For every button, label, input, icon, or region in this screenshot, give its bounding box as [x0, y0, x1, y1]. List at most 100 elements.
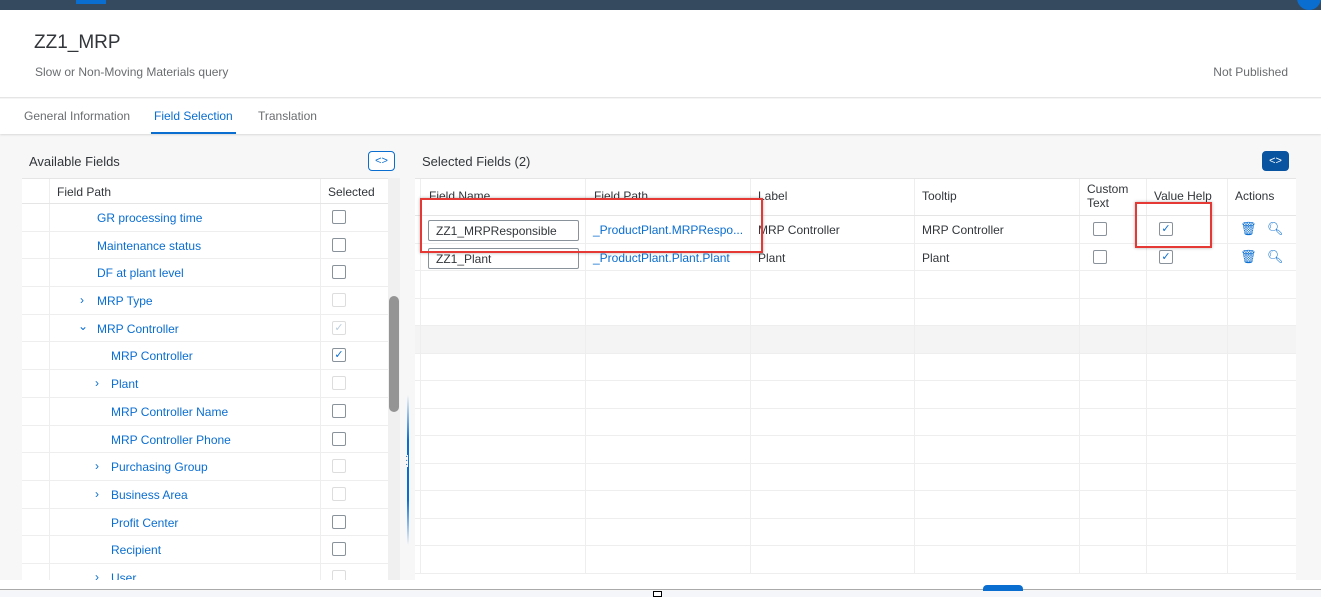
trash-icon[interactable]: 🗑	[1240, 249, 1257, 265]
table-row	[415, 518, 1296, 546]
selected-checkbox[interactable]	[332, 459, 346, 474]
code-brackets-icon[interactable]: <>	[368, 151, 395, 171]
chevron-right-icon[interactable]: ›	[95, 459, 99, 473]
tree-row[interactable]: › Plant	[22, 370, 388, 398]
selected-checkbox[interactable]	[332, 431, 346, 446]
field-label[interactable]: MRP Controller Name	[111, 405, 228, 419]
selected-checkbox[interactable]	[332, 542, 346, 557]
publish-status: Not Published	[1213, 65, 1288, 79]
field-label[interactable]: GR processing time	[97, 211, 202, 225]
selected-checkbox[interactable]	[332, 403, 346, 418]
tree-row[interactable]: DF at plant level	[22, 259, 388, 288]
tab-general-information[interactable]: General Information	[24, 109, 130, 134]
field-label[interactable]: Profit Center	[111, 516, 178, 530]
tab-bar: General Information Field Selection Tran…	[0, 99, 1321, 134]
field-label[interactable]: Purchasing Group	[111, 460, 208, 474]
panel-splitter[interactable]	[407, 395, 409, 545]
selected-fields-title: Selected Fields (2)	[422, 154, 531, 169]
tree-row[interactable]: Profit Center	[22, 508, 388, 537]
table-header: Field Path Selected	[22, 178, 388, 204]
field-label[interactable]: Maintenance status	[97, 239, 201, 253]
tree-row[interactable]: Recipient	[22, 536, 388, 564]
tree-row[interactable]: MRP Controller Name	[22, 397, 388, 426]
object-header: ZZ1_MRP Slow or Non-Moving Materials que…	[0, 10, 1321, 98]
chevron-right-icon[interactable]: ›	[95, 376, 99, 390]
resize-handle[interactable]	[653, 591, 662, 597]
tree-row[interactable]: MRP Controller Phone	[22, 425, 388, 454]
column-custom-text: Custom Text	[1087, 182, 1129, 210]
column-selected: Selected	[328, 185, 375, 199]
tree-row[interactable]: ⌄ MRP Controller ✓	[22, 314, 388, 343]
page-subtitle: Slow or Non-Moving Materials query	[35, 65, 229, 79]
custom-text-checkbox[interactable]	[1093, 222, 1107, 236]
table-row	[415, 271, 1296, 299]
selected-checkbox[interactable]	[332, 265, 346, 280]
field-label[interactable]: MRP Controller Phone	[111, 433, 231, 447]
splitter-grip-icon[interactable]: · · ·	[405, 452, 409, 470]
value-help-checkbox[interactable]: ✓	[1159, 249, 1173, 264]
tab-field-selection[interactable]: Field Selection	[151, 109, 236, 134]
table-row	[415, 491, 1296, 519]
field-label[interactable]: Plant	[111, 377, 138, 391]
field-label[interactable]: DF at plant level	[97, 266, 184, 280]
label-cell: MRP Controller	[758, 223, 840, 237]
selected-checkbox[interactable]	[332, 210, 346, 224]
selected-checkbox[interactable]: ✓	[332, 348, 346, 363]
magnifier-icon[interactable]: 🔍︎	[1267, 249, 1284, 265]
scrollbar[interactable]	[388, 178, 400, 580]
chevron-right-icon[interactable]: ›	[95, 570, 99, 580]
selected-checkbox[interactable]: ✓	[332, 320, 346, 335]
table-row	[415, 353, 1296, 381]
table-row	[415, 298, 1296, 326]
field-label[interactable]: MRP Controller	[97, 322, 179, 336]
table-row	[415, 463, 1296, 491]
selected-checkbox[interactable]	[332, 486, 346, 501]
highlight-box-value-help	[1135, 202, 1212, 248]
tooltip-cell: MRP Controller	[922, 223, 1004, 237]
selected-checkbox[interactable]	[332, 376, 346, 391]
tree-row[interactable]: › MRP Type	[22, 287, 388, 315]
tooltip-cell: Plant	[922, 250, 950, 265]
page-title: ZZ1_MRP	[34, 32, 121, 53]
column-tooltip: Tooltip	[922, 189, 957, 203]
tree-row[interactable]: › Purchasing Group	[22, 453, 388, 481]
tab-translation[interactable]: Translation	[258, 109, 317, 134]
tree-row[interactable]: › Business Area	[22, 480, 388, 509]
user-avatar[interactable]	[1297, 0, 1321, 10]
table-row	[415, 326, 1296, 354]
column-actions: Actions	[1235, 189, 1275, 203]
chevron-right-icon[interactable]: ›	[95, 487, 99, 501]
tree-row[interactable]: MRP Controller ✓	[22, 342, 388, 371]
shell-bar	[0, 0, 1321, 10]
trash-icon[interactable]: 🗑	[1240, 221, 1257, 237]
tree-row[interactable]: Maintenance status	[22, 231, 388, 260]
selected-checkbox[interactable]	[332, 293, 346, 308]
highlight-box-field	[420, 198, 763, 253]
chevron-right-icon[interactable]: ›	[80, 293, 84, 307]
column-value-help: Value Help	[1154, 189, 1212, 203]
selected-checkbox[interactable]	[332, 237, 346, 252]
table-row	[415, 546, 1296, 574]
field-label[interactable]: User	[111, 571, 136, 580]
magnifier-icon[interactable]: 🔍︎	[1267, 221, 1284, 237]
column-field-path: Field Path	[57, 185, 112, 199]
selected-checkbox[interactable]	[332, 514, 346, 529]
table-row	[415, 381, 1296, 409]
sap-logo[interactable]	[76, 0, 106, 4]
field-label[interactable]: Business Area	[111, 488, 188, 502]
field-label[interactable]: Recipient	[111, 543, 161, 557]
chevron-down-icon[interactable]: ⌄	[78, 319, 88, 333]
code-brackets-icon[interactable]: <>	[1262, 151, 1289, 171]
footer-bar	[0, 580, 1321, 590]
table-row	[415, 436, 1296, 464]
tree-row[interactable]: › User	[22, 563, 388, 580]
field-label[interactable]: MRP Controller	[111, 349, 193, 363]
selected-checkbox[interactable]	[332, 569, 346, 580]
tree-row[interactable]: GR processing time	[22, 204, 388, 232]
available-fields-title: Available Fields	[29, 154, 120, 169]
available-fields-table: Field Path Selected GR processing time Ma…	[22, 178, 388, 580]
table-row	[415, 408, 1296, 436]
custom-text-checkbox[interactable]	[1093, 249, 1107, 264]
field-label[interactable]: MRP Type	[97, 294, 153, 308]
scrollbar-thumb[interactable]	[389, 296, 399, 412]
